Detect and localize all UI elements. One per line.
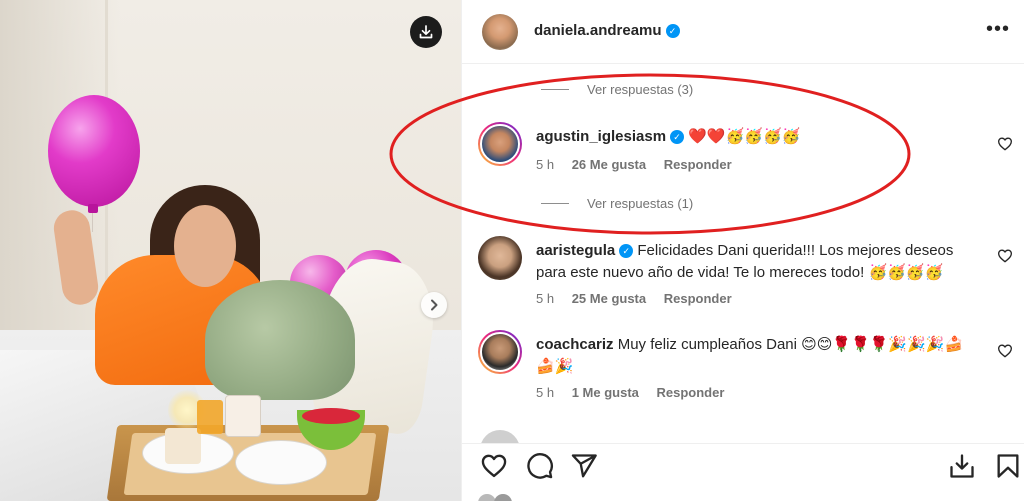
reply-button[interactable]: Responder bbox=[664, 291, 732, 306]
heart-icon[interactable] bbox=[480, 452, 508, 480]
reply-button[interactable]: Responder bbox=[657, 385, 725, 400]
comment-likes[interactable]: 26 Me gusta bbox=[572, 157, 646, 172]
comment-time: 5 h bbox=[536, 385, 555, 400]
comments-panel: daniela.andreamu ✓ ••• Ver respuestas (3)… bbox=[461, 0, 1024, 501]
commenter-avatar[interactable] bbox=[478, 330, 522, 374]
download-tray-icon[interactable] bbox=[948, 452, 976, 480]
view-replies-label[interactable]: Ver respuestas (1) bbox=[587, 196, 693, 211]
comment-meta: 5 h 26 Me gusta Responder bbox=[536, 157, 746, 172]
coffee-mug bbox=[225, 395, 261, 437]
view-replies-button[interactable]: Ver respuestas (3) bbox=[541, 82, 693, 97]
verified-badge-icon: ✓ bbox=[665, 24, 680, 38]
heart-icon[interactable] bbox=[997, 343, 1013, 359]
chevron-right-icon[interactable] bbox=[421, 292, 447, 318]
liked-by-avatars bbox=[478, 494, 522, 501]
author-username[interactable]: daniela.andreamu ✓ bbox=[534, 22, 680, 39]
next-comment-peek bbox=[480, 430, 520, 444]
comment-likes[interactable]: 25 Me gusta bbox=[572, 291, 646, 306]
post-photo[interactable] bbox=[0, 0, 461, 501]
author-username-text[interactable]: daniela.andreamu bbox=[534, 22, 662, 39]
comment-time: 5 h bbox=[536, 291, 555, 306]
comment-time: 5 h bbox=[536, 157, 555, 172]
comment-icon[interactable] bbox=[526, 452, 554, 480]
flower-bouquet bbox=[205, 280, 355, 400]
plate-toast bbox=[235, 440, 327, 485]
post-action-bar bbox=[462, 443, 1024, 485]
post-header: daniela.andreamu ✓ ••• bbox=[462, 0, 1024, 64]
replies-line bbox=[541, 203, 569, 204]
verified-badge-icon: ✓ bbox=[619, 244, 634, 258]
cake-slice bbox=[165, 428, 201, 464]
balloon-magenta bbox=[48, 95, 140, 207]
commenter-username[interactable]: agustin_iglesiasm bbox=[536, 128, 666, 145]
reply-button[interactable]: Responder bbox=[664, 157, 732, 172]
comment-likes[interactable]: 1 Me gusta bbox=[572, 385, 639, 400]
comment-meta: 5 h 25 Me gusta Responder bbox=[536, 291, 746, 306]
heart-icon[interactable] bbox=[997, 248, 1013, 264]
comment-meta: 5 h 1 Me gusta Responder bbox=[536, 385, 738, 400]
share-icon[interactable] bbox=[570, 452, 598, 480]
comment-text-row: aaristegula ✓ Felicidades Dani querida!!!… bbox=[536, 240, 976, 284]
verified-badge-icon: ✓ bbox=[670, 130, 685, 144]
strawberries bbox=[302, 408, 360, 424]
person-face bbox=[174, 205, 236, 287]
balloon-knot bbox=[88, 204, 98, 213]
view-replies-label[interactable]: Ver respuestas (3) bbox=[587, 82, 693, 97]
heart-icon[interactable] bbox=[997, 136, 1013, 152]
commenter-avatar[interactable] bbox=[478, 122, 522, 166]
replies-line bbox=[541, 89, 569, 90]
commenter-username[interactable]: aaristegula bbox=[536, 242, 615, 259]
commenter-avatar[interactable] bbox=[478, 236, 522, 280]
comment-text-row: agustin_iglesiasm ✓ ❤️❤️🥳🥳🥳🥳 bbox=[536, 126, 976, 148]
bookmark-icon[interactable] bbox=[994, 452, 1022, 480]
balloon-string bbox=[92, 212, 93, 232]
juice-glass bbox=[197, 400, 223, 434]
download-icon[interactable] bbox=[410, 16, 442, 48]
more-options-icon[interactable]: ••• bbox=[986, 18, 1010, 41]
view-replies-button[interactable]: Ver respuestas (1) bbox=[541, 196, 693, 211]
author-avatar[interactable] bbox=[482, 14, 518, 50]
comment-text-row: coachcariz Muy feliz cumpleaños Dani 😊😊🌹… bbox=[536, 334, 976, 378]
commenter-username[interactable]: coachcariz bbox=[536, 336, 614, 353]
comment-text: ❤️❤️🥳🥳🥳🥳 bbox=[688, 128, 801, 145]
